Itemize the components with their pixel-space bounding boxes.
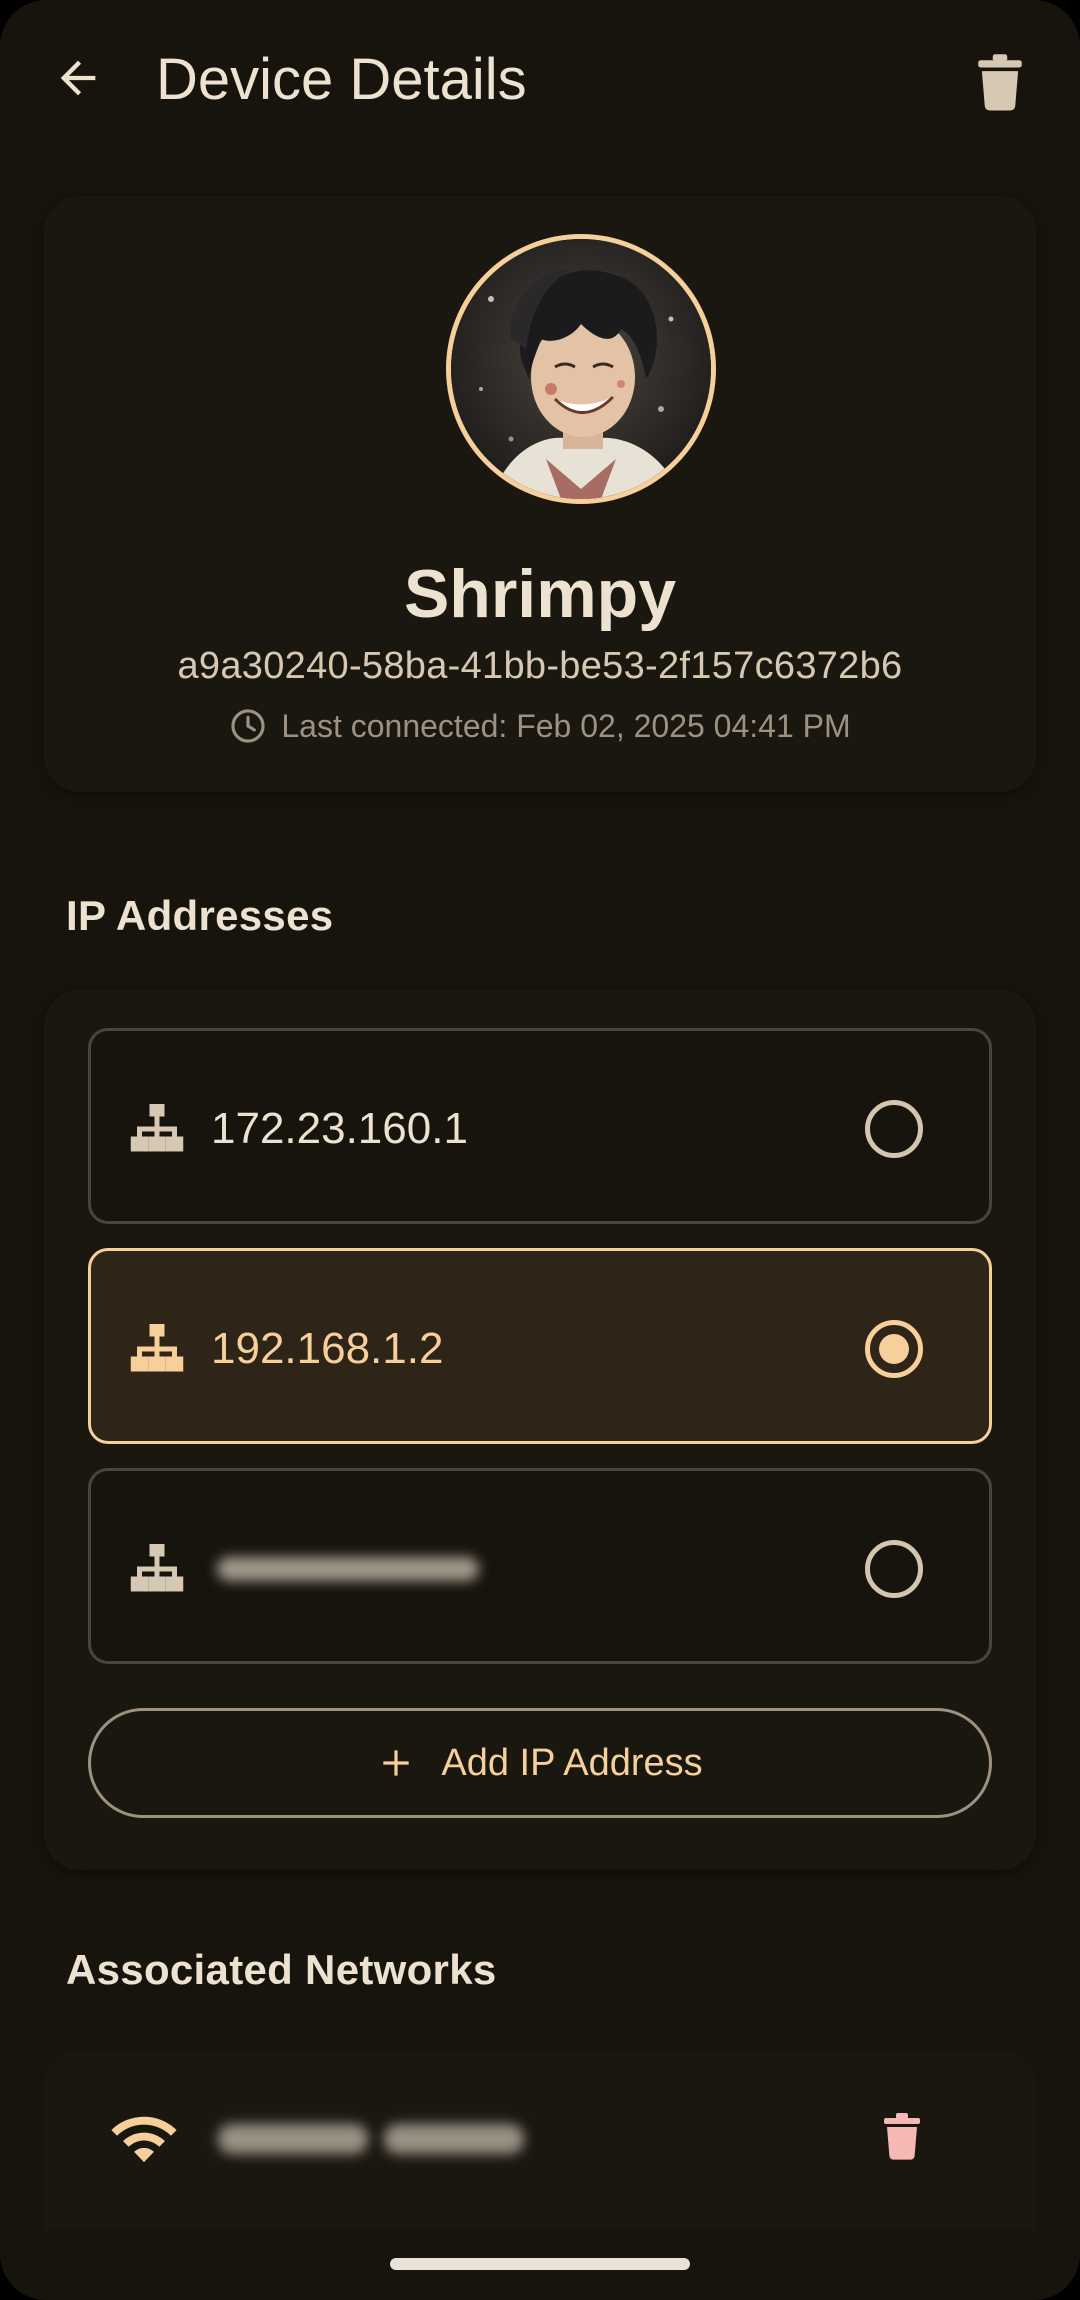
ip-address-option[interactable]: 172.23.160.1 [88,1028,992,1224]
last-connected-row: Last connected: Feb 02, 2025 04:41 PM [44,706,1036,746]
last-connected-text: Last connected: Feb 02, 2025 04:41 PM [281,708,851,744]
network-icon [130,1324,184,1372]
delete-device-button[interactable] [960,42,1040,122]
device-profile-card: Shrimpy a9a30240-58ba-41bb-be53-2f157c63… [44,196,1036,792]
ip-address-option-selected[interactable]: 192.168.1.2 [88,1248,992,1444]
top-app-bar: Device Details [0,0,1080,164]
redacted-network-name-blur [218,2124,524,2154]
ip-addresses-heading: IP Addresses [66,892,334,939]
avatar-image [451,239,711,499]
arrow-back-icon [60,60,96,96]
network-icon [130,1544,184,1592]
radio-button[interactable] [865,1100,923,1158]
redacted-ip-blur [217,1557,479,1581]
radio-button-checked[interactable] [865,1320,923,1378]
trash-icon [884,2113,920,2160]
page-title: Device Details [156,47,527,112]
remove-network-button[interactable] [864,2098,940,2174]
ip-address-option[interactable] [88,1468,992,1664]
avatar[interactable] [446,234,716,504]
ip-address-text: 172.23.160.1 [211,1104,468,1153]
trash-icon [978,54,1022,111]
ip-address-text: 192.168.1.2 [211,1324,444,1373]
home-indicator[interactable] [390,2258,690,2270]
device-details-screen: Device Details Shrimpy a9a30240-58ba-41b… [0,0,1080,2300]
add-ip-address-label: Add IP Address [441,1741,703,1784]
associated-networks-heading: Associated Networks [66,1946,497,1993]
device-id: a9a30240-58ba-41bb-be53-2f157c6372b6 [177,645,903,687]
plus-icon [383,1750,410,1776]
clock-icon [231,709,265,743]
back-button[interactable] [40,40,116,116]
network-icon [130,1104,184,1152]
network-list-item[interactable] [44,2050,1036,2230]
ip-addresses-card: 172.23.160.1 192.168.1.2 Add IP Address [44,990,1036,1870]
wifi-icon [111,2116,177,2163]
radio-button[interactable] [865,1540,923,1598]
add-ip-address-button[interactable]: Add IP Address [88,1708,992,1818]
device-name: Shrimpy [403,556,677,632]
